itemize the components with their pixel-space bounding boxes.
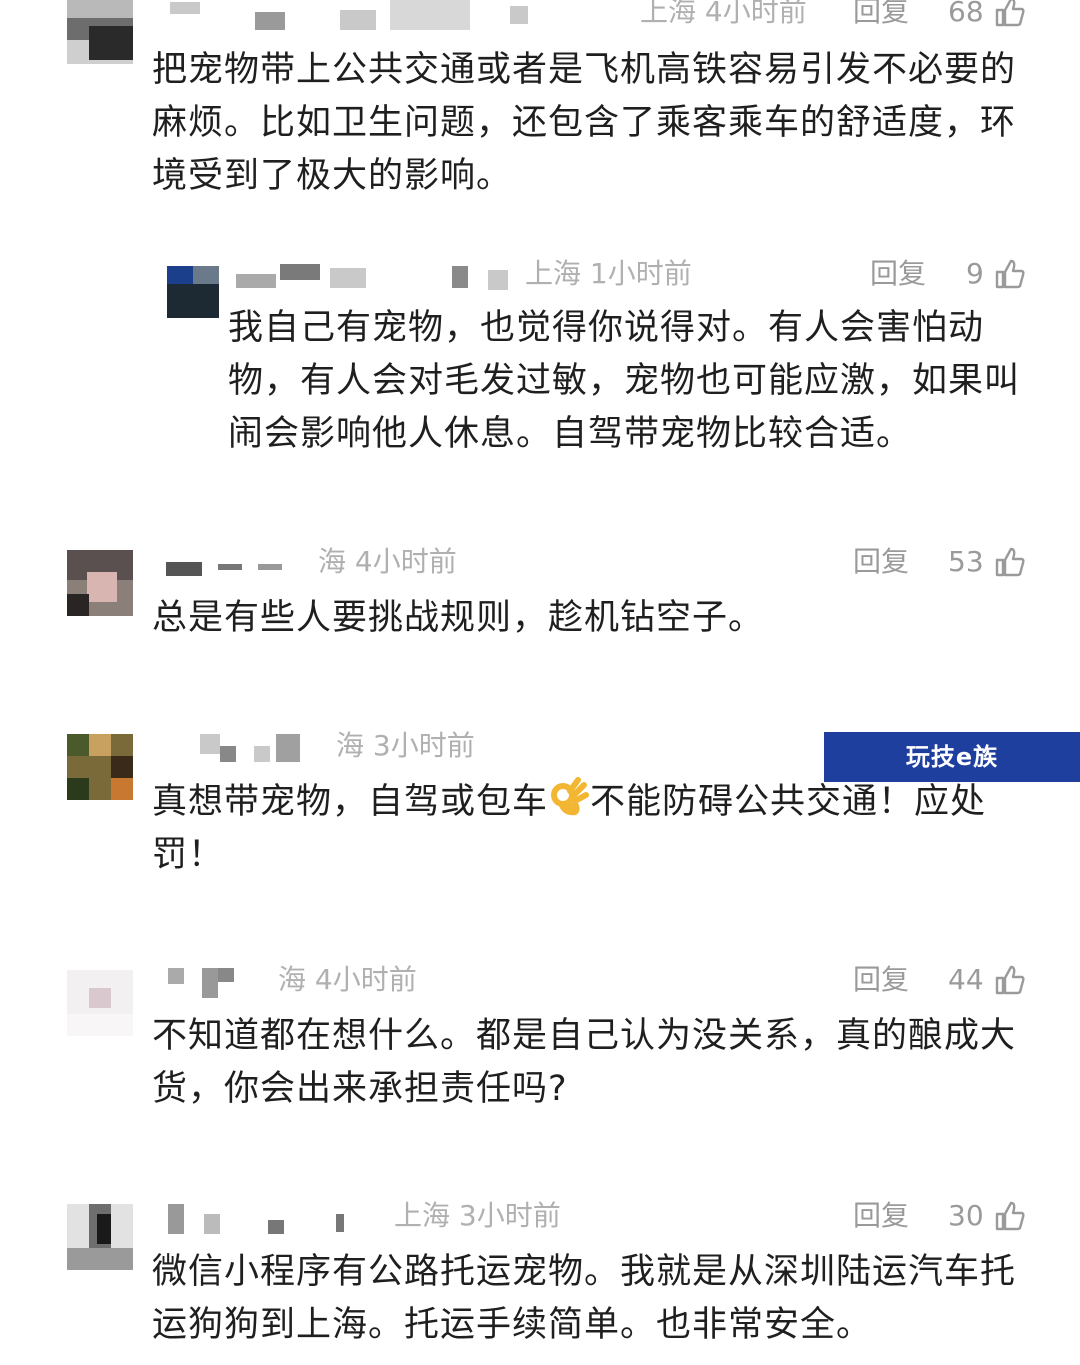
comment-text: 不知道都在想什么。都是自己认为没关系，真的酿成大货，你会出来承担责任吗? <box>152 1016 1017 1109</box>
comment-meta: 海 3小时前 <box>150 726 830 766</box>
reply-text: 我自己有宠物，也觉得你说得对。有人会害怕动物，有人会对毛发过敏，宠物也可能应激，… <box>228 308 1021 454</box>
avatar[interactable] <box>67 0 133 64</box>
location-time: 上海 3小时前 <box>394 1199 561 1232</box>
reply-button[interactable]: 回复 <box>870 254 926 294</box>
thumbs-up-icon[interactable] <box>994 964 1026 996</box>
comment-text: 总是有些人要挑战规则，趁机钻空子。 <box>152 598 765 638</box>
reply-meta: 上海 1小时前 回复 9 <box>230 254 1030 294</box>
ok-hand-emoji-icon <box>551 777 590 816</box>
like-count: 9 <box>966 257 984 290</box>
thumbs-up-icon[interactable] <box>994 1200 1026 1232</box>
location-time: 海 4小时前 <box>278 963 417 996</box>
like-count: 53 <box>948 545 984 578</box>
comment-text-part: 真想带宠物，自驾或包车 <box>152 782 549 822</box>
comment-text: 把宠物带上公共交通或者是飞机高铁容易引发不必要的麻烦。比如卫生问题，还包含了乘客… <box>152 50 1017 196</box>
location-time: 上海 1小时前 <box>525 257 692 290</box>
thumbs-up-icon[interactable] <box>994 0 1026 28</box>
avatar[interactable] <box>67 734 133 800</box>
comment-meta: 上海 3小时前 回复 30 <box>150 1196 1030 1236</box>
reply-button[interactable]: 回复 <box>853 0 909 32</box>
location-time: 上海 4小时前 <box>640 0 807 28</box>
avatar[interactable] <box>67 550 133 616</box>
location-time: 海 4小时前 <box>318 545 457 578</box>
comment-meta: 上海 4小时前 回复 68 <box>150 0 1030 32</box>
thumbs-up-icon[interactable] <box>994 546 1026 578</box>
like-count: 30 <box>948 1199 984 1232</box>
comment-text: 微信小程序有公路托运宠物。我就是从深圳陆运汽车托运狗狗到上海。托运手续简单。也非… <box>152 1252 1017 1345</box>
comment-meta: 海 4小时前 回复 44 <box>150 960 1030 1000</box>
reply-button[interactable]: 回复 <box>853 1196 909 1236</box>
comment-meta: 海 4小时前 回复 53 <box>150 542 1030 582</box>
comment-text: 真想带宠物，自驾或包车 不能防碍公共交通！应处罚！ <box>152 776 1032 882</box>
reply-button[interactable]: 回复 <box>853 542 909 582</box>
watermark-logo: 玩技e族 <box>824 732 1080 782</box>
like-count: 68 <box>948 0 984 28</box>
avatar[interactable] <box>167 266 219 318</box>
reply-button[interactable]: 回复 <box>853 960 909 1000</box>
location-time: 海 3小时前 <box>336 729 475 762</box>
thumbs-up-icon[interactable] <box>994 258 1026 290</box>
avatar[interactable] <box>67 1204 133 1270</box>
avatar[interactable] <box>67 970 133 1036</box>
like-count: 44 <box>948 963 984 996</box>
